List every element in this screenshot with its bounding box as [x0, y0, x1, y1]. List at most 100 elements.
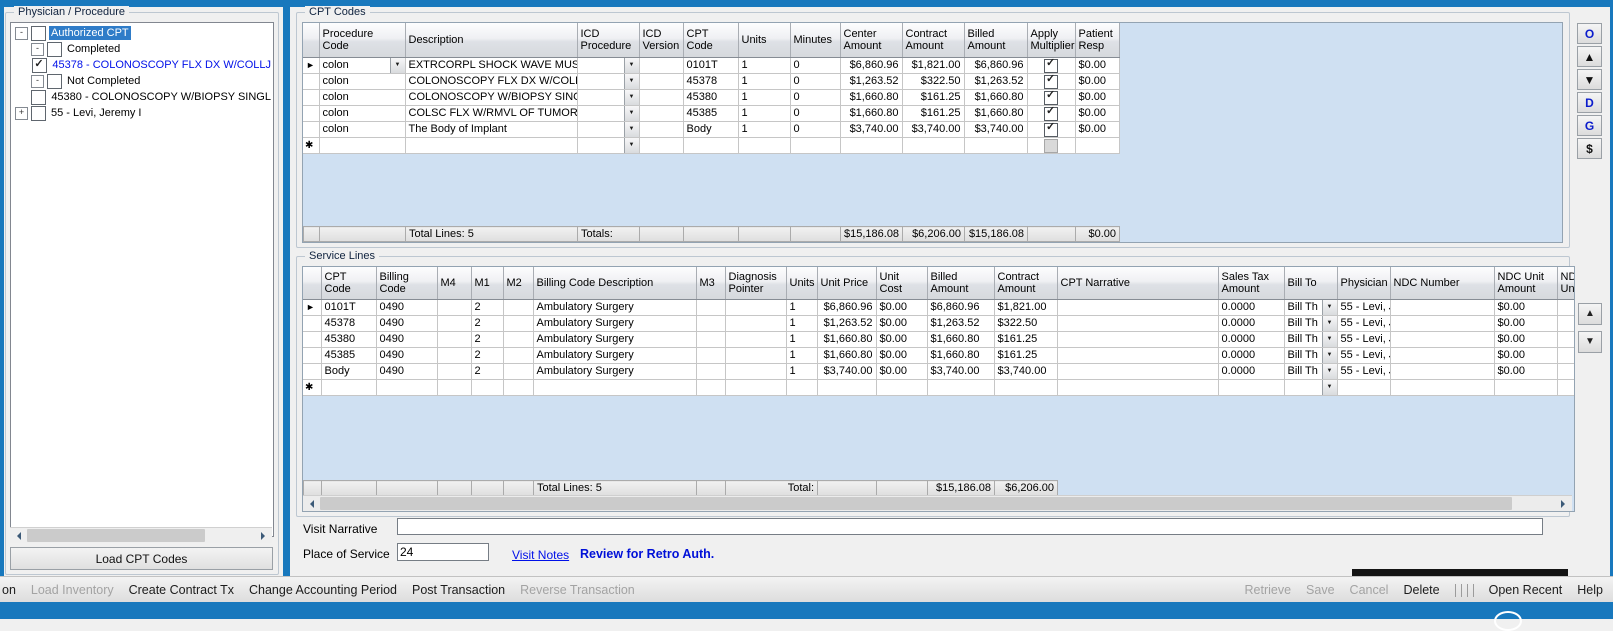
visit-notes-link[interactable]: Visit Notes	[512, 548, 569, 562]
physician-cell[interactable]: 55 - Levi, J	[1337, 364, 1390, 380]
billed-amount-cell[interactable]	[927, 380, 994, 396]
cpt-code-cell[interactable]: 45385	[683, 106, 738, 122]
procedure-code-cell[interactable]: colon	[319, 106, 405, 122]
toolbar-button[interactable]: Delete	[1403, 583, 1439, 597]
physician-cell[interactable]: 55 - Levi, J	[1337, 316, 1390, 332]
sales-tax-amount-cell[interactable]: 0.0000	[1218, 316, 1284, 332]
icd-procedure-cell[interactable]	[577, 74, 639, 90]
cpt-narrative-cell[interactable]	[1057, 300, 1218, 316]
units-cell[interactable]: 1	[786, 364, 817, 380]
ndc-units-cell[interactable]	[1557, 380, 1575, 396]
toolbar-button[interactable]: Create Contract Tx	[129, 583, 234, 597]
billed-amount-cell[interactable]: $1,263.52	[927, 316, 994, 332]
physician-cell[interactable]: 55 - Levi, J	[1337, 332, 1390, 348]
unit-price-cell[interactable]: $1,263.52	[817, 316, 876, 332]
service-row[interactable]: 0101T 0490 2 Ambulatory Surgery 1 $6,860…	[303, 300, 1575, 316]
patient-resp-cell[interactable]: $0.00	[1075, 106, 1119, 122]
description-cell[interactable]: COLONOSCOPY W/BIOPSY SINGL	[405, 90, 577, 106]
m4-cell[interactable]	[437, 364, 471, 380]
m2-cell[interactable]	[503, 348, 533, 364]
tree-item[interactable]: + 55 - Levi, Jeremy I	[11, 105, 273, 121]
dropdown-icon[interactable]	[624, 122, 639, 137]
billing-code-cell[interactable]: 0490	[376, 316, 437, 332]
m3-cell[interactable]	[696, 316, 725, 332]
billed-amount-cell[interactable]: $1,660.80	[964, 106, 1027, 122]
col-description[interactable]: Description	[405, 23, 577, 58]
side-button[interactable]: O	[1577, 23, 1602, 44]
apply-multiplier-checkbox[interactable]	[1044, 59, 1058, 73]
ndc-units-cell[interactable]	[1557, 332, 1575, 348]
scroll-left-icon[interactable]	[10, 528, 26, 543]
patient-resp-cell[interactable]: $0.00	[1075, 122, 1119, 138]
units-cell[interactable]: 1	[738, 90, 790, 106]
cpt-code-cell[interactable]: Body	[321, 364, 376, 380]
scrollbar-thumb[interactable]	[320, 497, 1512, 510]
row-selector[interactable]	[303, 90, 319, 106]
new-row-selector[interactable]	[303, 380, 321, 396]
service-row[interactable]: 45378 0490 2 Ambulatory Surgery 1 $1,263…	[303, 316, 1575, 332]
billed-amount-cell[interactable]: $1,660.80	[964, 90, 1027, 106]
dropdown-icon[interactable]	[1322, 380, 1337, 395]
center-amount-cell[interactable]: $6,860.96	[840, 58, 902, 74]
ndc-unit-amount-cell[interactable]	[1494, 380, 1557, 396]
toolbar-button[interactable]: Change Accounting Period	[249, 583, 397, 597]
m4-cell[interactable]	[437, 332, 471, 348]
billing-code-cell[interactable]: 0490	[376, 364, 437, 380]
scrollbar-thumb[interactable]	[27, 529, 205, 542]
col-billed-amount[interactable]: Billed Amount	[964, 23, 1027, 58]
row-nav-button[interactable]: ▼	[1578, 331, 1602, 353]
unit-price-cell[interactable]: $1,660.80	[817, 348, 876, 364]
minutes-cell[interactable]: 0	[790, 58, 840, 74]
unit-cost-cell[interactable]: $0.00	[876, 332, 927, 348]
cpt-narrative-cell[interactable]	[1057, 364, 1218, 380]
col-ndc-number[interactable]: NDC Number	[1390, 267, 1494, 300]
col-icd-procedure[interactable]: ICD Procedure	[577, 23, 639, 58]
contract-amount-cell[interactable]	[902, 138, 964, 154]
apply-multiplier-checkbox[interactable]	[1044, 75, 1058, 89]
side-button[interactable]: $	[1577, 138, 1602, 159]
center-amount-cell[interactable]: $1,660.80	[840, 90, 902, 106]
m1-cell[interactable]: 2	[471, 364, 503, 380]
contract-amount-cell[interactable]: $161.25	[994, 348, 1057, 364]
place-of-service-input[interactable]	[397, 543, 489, 561]
row-selector[interactable]	[303, 74, 319, 90]
m1-cell[interactable]: 2	[471, 316, 503, 332]
ndc-unit-amount-cell[interactable]: $0.00	[1494, 332, 1557, 348]
row-selector[interactable]	[303, 106, 319, 122]
col-icd-version[interactable]: ICD Version	[639, 23, 683, 58]
cpt-code-cell[interactable]: 45378	[683, 74, 738, 90]
ndc-units-cell[interactable]	[1557, 300, 1575, 316]
cpt-narrative-cell[interactable]	[1057, 332, 1218, 348]
cpt-code-cell[interactable]: 0101T	[683, 58, 738, 74]
contract-amount-cell[interactable]: $161.25	[902, 106, 964, 122]
col-minutes[interactable]: Minutes	[790, 23, 840, 58]
description-cell[interactable]	[405, 138, 577, 154]
service-row[interactable]: 45380 0490 2 Ambulatory Surgery 1 $1,660…	[303, 332, 1575, 348]
icd-procedure-cell[interactable]	[577, 58, 639, 74]
minutes-cell[interactable]: 0	[790, 74, 840, 90]
unit-price-cell[interactable]	[817, 380, 876, 396]
billed-amount-cell[interactable]: $6,860.96	[927, 300, 994, 316]
minutes-cell[interactable]	[790, 138, 840, 154]
icd-procedure-cell[interactable]	[577, 90, 639, 106]
m1-cell[interactable]: 2	[471, 332, 503, 348]
billing-code-cell[interactable]: 0490	[376, 348, 437, 364]
diagnosis-pointer-cell[interactable]	[725, 332, 786, 348]
unit-cost-cell[interactable]: $0.00	[876, 364, 927, 380]
col-diagnosis-pointer[interactable]: Diagnosis Pointer	[725, 267, 786, 300]
tree-checkbox[interactable]	[47, 74, 62, 89]
toolbar-button[interactable]: on	[2, 583, 16, 597]
cpt-code-cell[interactable]: 45380	[683, 90, 738, 106]
billing-code-cell[interactable]: 0490	[376, 332, 437, 348]
dropdown-icon[interactable]	[1322, 364, 1337, 379]
physician-cell[interactable]	[1337, 380, 1390, 396]
side-button[interactable]: D	[1577, 92, 1602, 113]
toolbar-button[interactable]: Save	[1306, 583, 1335, 597]
center-amount-cell[interactable]: $3,740.00	[840, 122, 902, 138]
contract-amount-cell[interactable]: $3,740.00	[902, 122, 964, 138]
m4-cell[interactable]	[437, 316, 471, 332]
billing-code-description-cell[interactable]: Ambulatory Surgery	[533, 300, 696, 316]
billing-code-description-cell[interactable]: Ambulatory Surgery	[533, 364, 696, 380]
tree-item[interactable]: 45380 - COLONOSCOPY W/BIOPSY SINGL	[11, 89, 273, 105]
apply-multiplier-checkbox[interactable]	[1044, 123, 1058, 137]
